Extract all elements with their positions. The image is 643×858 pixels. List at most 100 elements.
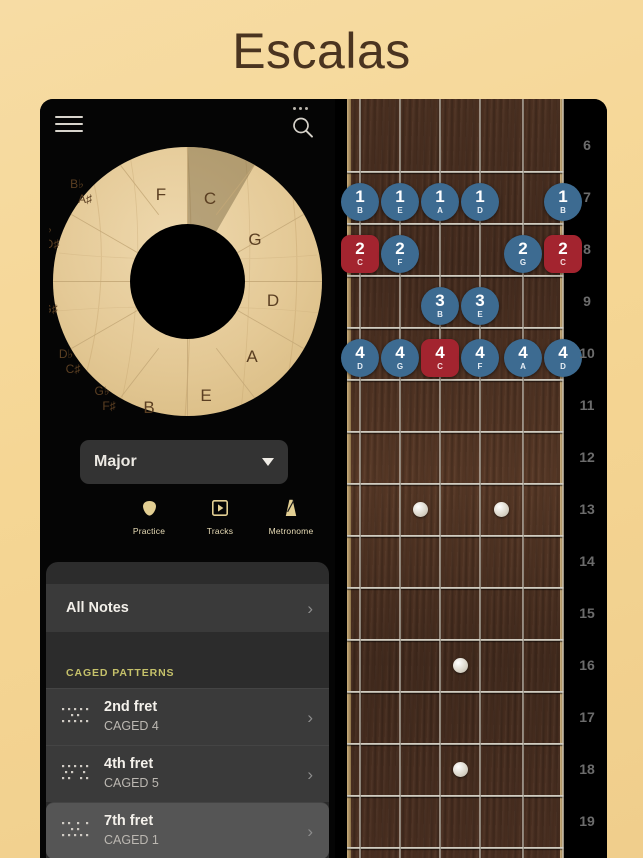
wheel-label-C: C xyxy=(204,189,216,208)
note-name: E xyxy=(477,310,483,319)
all-notes-label: All Notes xyxy=(66,600,129,616)
note-degree: 1 xyxy=(558,187,568,206)
note-degree: 1 xyxy=(395,187,405,206)
dot xyxy=(293,107,296,110)
note-degree: 4 xyxy=(518,343,528,362)
fretboard[interactable]: 1B1E1A1D1B2C2F2G2C3B3E4D4G4C4F4A4D 67891… xyxy=(335,99,607,858)
pattern-title: 2nd fret xyxy=(104,699,158,715)
wheel-label-F: F xyxy=(156,185,166,204)
all-notes-text: All Notes xyxy=(66,600,299,616)
fret-pattern-icon xyxy=(62,822,89,837)
app-window: C G D A E B G♭ F♯ D♭ C♯ A♭ G♯ E♭ D♯ B♭ xyxy=(40,99,607,858)
list-item-7th-fret[interactable]: 7th fret CAGED 1 › xyxy=(46,802,329,858)
wheel-label-Ds: D♯ xyxy=(49,237,59,251)
fret-number-18: 18 xyxy=(579,761,595,777)
tracks-button[interactable]: Tracks xyxy=(191,497,249,536)
dot xyxy=(305,107,308,110)
wheel-label-Fs: F♯ xyxy=(102,399,115,413)
note-degree: 2 xyxy=(355,239,365,258)
list-item-2nd-fret[interactable]: 2nd fret CAGED 4 › xyxy=(46,688,329,745)
wheel-label-Eb: E♭ xyxy=(49,222,52,236)
page-title: Escalas xyxy=(232,23,411,79)
metronome-button[interactable]: Metronome xyxy=(262,497,320,536)
note-marker-1-d[interactable]: 1D xyxy=(461,183,499,221)
note-name: C xyxy=(437,362,443,371)
fret-number-13: 13 xyxy=(579,501,595,517)
practice-button[interactable]: Practice xyxy=(120,497,178,536)
pattern-text: 4th fret CAGED 5 xyxy=(104,756,299,792)
fret-line xyxy=(347,847,564,849)
note-name: F xyxy=(397,258,403,267)
fret-number-7: 7 xyxy=(583,189,591,205)
note-marker-1-a[interactable]: 1A xyxy=(421,183,459,221)
fret-number-6: 6 xyxy=(583,137,591,153)
dot xyxy=(299,107,302,110)
wheel-label-E: E xyxy=(200,386,211,405)
wheel-label-G: G xyxy=(248,230,261,249)
note-marker-2-f[interactable]: 2F xyxy=(381,235,419,273)
pattern-subtitle: CAGED 5 xyxy=(104,776,159,790)
wheel-label-Gs: G♯ xyxy=(49,302,58,316)
fret-number-12: 12 xyxy=(579,449,595,465)
fret-line xyxy=(347,483,564,485)
scale-select-value: Major xyxy=(94,453,137,470)
chevron-down-icon xyxy=(262,458,274,466)
wheel-label-Cs: C♯ xyxy=(66,362,81,376)
note-degree: 4 xyxy=(395,343,405,362)
tracks-label: Tracks xyxy=(206,526,234,536)
note-name: E xyxy=(397,206,403,215)
chevron-right-icon: › xyxy=(307,707,313,727)
fret-number-15: 15 xyxy=(579,605,595,621)
fret-line xyxy=(347,795,564,797)
note-marker-1-e[interactable]: 1E xyxy=(381,183,419,221)
note-marker-4-d[interactable]: 4D xyxy=(341,339,379,377)
wheel-label-Gb: G♭ xyxy=(95,384,110,398)
search-button[interactable] xyxy=(287,107,321,143)
scale-select[interactable]: Major xyxy=(80,440,288,484)
note-marker-4-f[interactable]: 4F xyxy=(461,339,499,377)
section-header-caged-patterns: CAGED PATTERNS xyxy=(46,658,329,688)
hamburger-bar xyxy=(55,130,83,132)
fret-line xyxy=(347,379,564,381)
note-degree: 3 xyxy=(475,291,485,310)
wheel-label-B: B xyxy=(143,398,154,417)
note-marker-4-c-root[interactable]: 4C xyxy=(421,339,459,377)
fret-number-10: 10 xyxy=(579,345,595,361)
note-name: C xyxy=(357,258,363,267)
fret-inlay-dot xyxy=(412,501,428,517)
pattern-subtitle: CAGED 1 xyxy=(104,833,159,847)
note-name: B xyxy=(560,206,566,215)
note-marker-1-b[interactable]: 1B xyxy=(341,183,379,221)
note-name: A xyxy=(437,206,443,215)
note-marker-3-e[interactable]: 3E xyxy=(461,287,499,325)
note-degree: 4 xyxy=(435,343,445,362)
pattern-text: 2nd fret CAGED 4 xyxy=(104,699,299,735)
note-name: D xyxy=(477,206,483,215)
list-top-spacer xyxy=(46,562,329,584)
list-item-4th-fret[interactable]: 4th fret CAGED 5 › xyxy=(46,745,329,802)
note-marker-4-a[interactable]: 4A xyxy=(504,339,542,377)
fret-line xyxy=(347,535,564,537)
guitar-pick-icon xyxy=(120,497,178,519)
wheel-label-D: D xyxy=(267,291,279,310)
chevron-right-icon: › xyxy=(307,764,313,784)
metronome-label: Metronome xyxy=(268,526,314,536)
note-marker-2-g[interactable]: 2G xyxy=(504,235,542,273)
hamburger-menu-icon[interactable] xyxy=(51,112,87,142)
wheel-label-Db: D♭ xyxy=(59,347,73,361)
note-marker-3-b[interactable]: 3B xyxy=(421,287,459,325)
wheel-label-As: A♯ xyxy=(78,192,92,206)
note-name: C xyxy=(560,258,566,267)
fret-line xyxy=(347,275,564,277)
fret-pattern-icon xyxy=(62,708,89,723)
fret-number-8: 8 xyxy=(583,241,591,257)
note-name: A xyxy=(520,362,526,371)
circle-of-fifths[interactable]: C G D A E B G♭ F♯ D♭ C♯ A♭ G♯ E♭ D♯ B♭ xyxy=(49,143,326,420)
wheel-label-Ab: A♭ xyxy=(49,287,50,301)
note-marker-4-g[interactable]: 4G xyxy=(381,339,419,377)
note-degree: 2 xyxy=(558,239,568,258)
note-marker-2-c-root[interactable]: 2C xyxy=(341,235,379,273)
list-item-all-notes[interactable]: All Notes › xyxy=(46,584,329,632)
wheel-label-Bb: B♭ xyxy=(70,177,84,191)
screenshot-root: Escalas C G D A E B G♭ F♯ D♭ C♯ ♯ ♯ B♭ A… xyxy=(0,0,643,858)
